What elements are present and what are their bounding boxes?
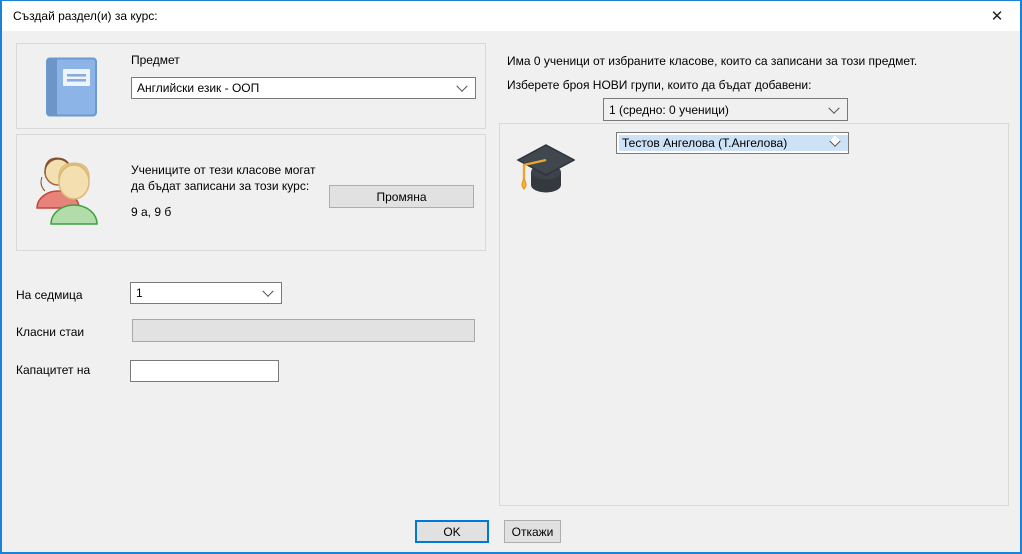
capacity-input[interactable] xyxy=(130,360,279,382)
subject-label: Предмет xyxy=(131,52,180,68)
dialog-title: Създай раздел(и) за курс: xyxy=(13,9,158,23)
teacher-combobox[interactable]: Тестов Ангелова (Т.Ангелова) xyxy=(616,132,849,154)
chevron-down-icon xyxy=(828,102,839,113)
change-button[interactable]: Промяна xyxy=(329,185,474,208)
groups-count-instruction: Изберете броя НОВИ групи, които да бъдат… xyxy=(507,77,811,93)
per-week-value: 1 xyxy=(131,286,143,300)
classes-panel: Учениците от тези класове могат да бъдат… xyxy=(16,134,486,251)
subject-combobox[interactable]: Английски език - ООП xyxy=(131,77,476,99)
graduation-cap-icon xyxy=(511,138,575,198)
capacity-label: Капацитет на xyxy=(16,362,90,378)
subject-panel: Предмет Английски език - ООП xyxy=(16,43,486,129)
titlebar: Създай раздел(и) за курс: ✕ xyxy=(2,1,1020,31)
teacher-panel: Тестов Ангелова (Т.Ангелова) xyxy=(499,123,1009,506)
teacher-value: Тестов Ангелова (Т.Ангелова) xyxy=(619,135,848,151)
per-week-combobox[interactable]: 1 xyxy=(130,282,282,304)
classes-info-line2: да бъдат записани за този курс: xyxy=(131,178,309,194)
students-icon xyxy=(34,151,102,225)
groups-count-value: 1 (средно: 0 ученици) xyxy=(604,103,729,117)
groups-count-combobox[interactable]: 1 (средно: 0 ученици) xyxy=(603,98,848,121)
close-icon: ✕ xyxy=(991,7,1004,25)
book-icon xyxy=(41,57,98,118)
cancel-button[interactable]: Откажи xyxy=(504,520,561,543)
ok-button[interactable]: OK xyxy=(415,520,489,543)
subject-value: Английски език - ООП xyxy=(132,81,259,95)
chevron-down-icon xyxy=(456,81,467,92)
per-week-label: На седмица xyxy=(16,287,83,303)
enrolled-info-text: Има 0 ученици от избраните класове, коит… xyxy=(507,53,917,69)
classes-info-line1: Учениците от тези класове могат xyxy=(131,162,315,178)
classrooms-label: Класни стаи xyxy=(16,324,84,340)
selected-classes-value: 9 а, 9 б xyxy=(131,204,171,220)
chevron-down-icon xyxy=(262,286,273,297)
classrooms-input[interactable] xyxy=(132,319,475,342)
dialog-window: Създай раздел(и) за курс: ✕ Предмет Англ… xyxy=(0,0,1022,554)
close-button[interactable]: ✕ xyxy=(980,1,1014,31)
